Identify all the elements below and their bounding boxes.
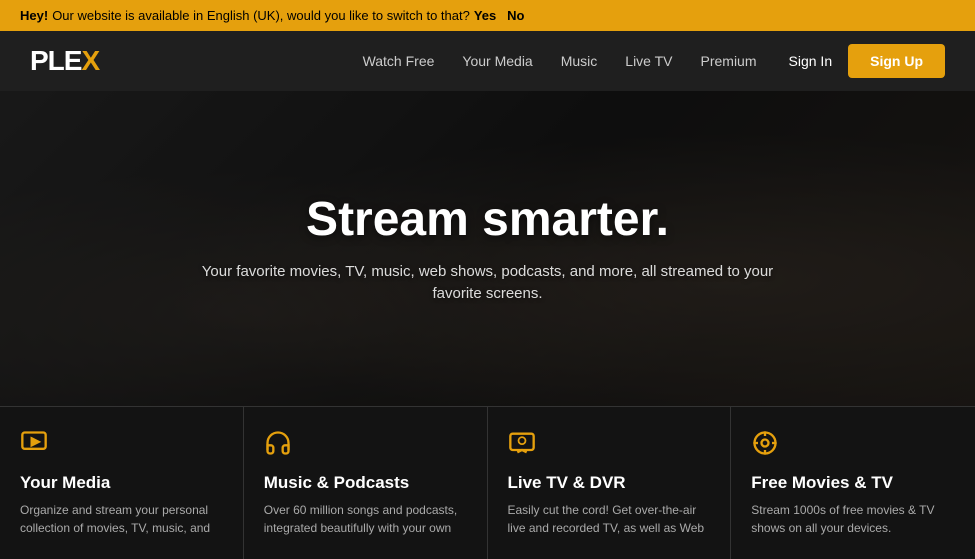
tv-icon (508, 429, 711, 463)
announcement-yes[interactable]: Yes (474, 8, 496, 23)
feature-item-your-media: Your Media Organize and stream your pers… (0, 407, 244, 559)
feature-title-free-movies: Free Movies & TV (751, 473, 955, 493)
logo[interactable]: PLEX (30, 45, 99, 77)
hero-title: Stream smarter. (188, 192, 788, 247)
auth-buttons: Sign In Sign Up (789, 44, 945, 78)
hero-content: Stream smarter. Your favorite movies, TV… (168, 192, 808, 306)
feature-item-music-podcasts: Music & Podcasts Over 60 million songs a… (244, 407, 488, 559)
feature-title-live-tv: Live TV & DVR (508, 473, 711, 493)
feature-title-your-media: Your Media (20, 473, 223, 493)
feature-desc-your-media: Organize and stream your personal collec… (20, 501, 223, 537)
play-icon (20, 429, 223, 463)
feature-item-free-movies: Free Movies & TV Stream 1000s of free mo… (731, 407, 975, 559)
features-bar: Your Media Organize and stream your pers… (0, 406, 975, 559)
header: PLEX Watch Free Your Media Music Live TV… (0, 31, 975, 91)
hero-section: Stream smarter. Your favorite movies, TV… (0, 91, 975, 406)
announcement-bar: Hey! Our website is available in English… (0, 0, 975, 31)
feature-desc-free-movies: Stream 1000s of free movies & TV shows o… (751, 501, 955, 537)
main-nav: Watch Free Your Media Music Live TV Prem… (363, 53, 757, 69)
hero-subtitle: Your favorite movies, TV, music, web sho… (188, 261, 788, 306)
feature-desc-live-tv: Easily cut the cord! Get over-the-air li… (508, 501, 711, 537)
logo-x: X (81, 45, 99, 76)
film-icon (751, 429, 955, 463)
nav-premium[interactable]: Premium (701, 53, 757, 69)
announcement-actions: Yes No (474, 8, 525, 23)
sign-in-button[interactable]: Sign In (789, 53, 833, 69)
nav-your-media[interactable]: Your Media (462, 53, 532, 69)
nav-music[interactable]: Music (561, 53, 598, 69)
announcement-no[interactable]: No (507, 8, 524, 23)
feature-title-music-podcasts: Music & Podcasts (264, 473, 467, 493)
feature-desc-music-podcasts: Over 60 million songs and podcasts, inte… (264, 501, 467, 537)
feature-item-live-tv: Live TV & DVR Easily cut the cord! Get o… (488, 407, 732, 559)
headphones-icon (264, 429, 467, 463)
announcement-prefix: Hey! (20, 8, 48, 23)
nav-live-tv[interactable]: Live TV (625, 53, 672, 69)
nav-watch-free[interactable]: Watch Free (363, 53, 435, 69)
announcement-message: Our website is available in English (UK)… (52, 8, 470, 23)
sign-up-button[interactable]: Sign Up (848, 44, 945, 78)
